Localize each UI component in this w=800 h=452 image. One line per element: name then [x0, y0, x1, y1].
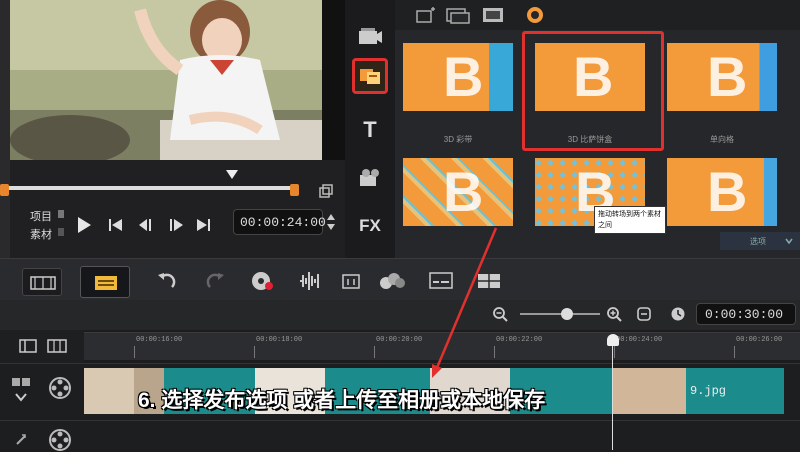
mark-in-handle[interactable] [0, 184, 9, 196]
ruler-tick [374, 346, 375, 358]
folder-icon[interactable] [445, 5, 471, 25]
transition-thumbnail[interactable]: B [403, 158, 513, 226]
preview-window [10, 0, 324, 160]
transition-label: 3D 彩带 [443, 135, 473, 144]
fx-add-icon[interactable] [413, 5, 439, 25]
zoom-out-icon[interactable] [492, 306, 508, 322]
clip-mode-indicator [58, 228, 64, 236]
clip-thumbnail[interactable] [612, 368, 686, 414]
tutorial-caption: 6. 选择发布选项 或者上传至相册或本地保存 [138, 389, 546, 412]
filter-icon[interactable]: FX [352, 208, 388, 244]
ruler-tick [734, 346, 735, 358]
duration-clock-icon [670, 306, 686, 322]
transition-label: 单向格 [710, 135, 734, 144]
thumbnail-glyph: B [443, 45, 484, 108]
time-ruler[interactable] [84, 332, 800, 360]
go-to-end-icon[interactable] [196, 218, 212, 232]
ruler-tick-label: 00:00:18:00 [256, 336, 303, 344]
transition-icon[interactable] [352, 58, 388, 94]
preview-border [322, 0, 346, 160]
chapter-point-icon[interactable] [46, 338, 68, 354]
overlay-track-reel-icon[interactable] [48, 428, 72, 452]
project-mode-indicator [58, 210, 64, 218]
track-manager-icon[interactable] [18, 338, 38, 354]
go-to-start-icon[interactable] [108, 218, 124, 232]
overlay-track-lock-icon[interactable] [14, 432, 28, 446]
ruler-tick [494, 346, 495, 358]
audio-mixer-icon[interactable] [298, 270, 322, 292]
video-track-reel-icon[interactable] [48, 376, 72, 400]
thumbnail-glyph: B [707, 45, 748, 108]
gallery-icon[interactable] [481, 5, 507, 25]
project-label[interactable]: 项目 [30, 208, 52, 224]
scrub-bar[interactable] [4, 186, 294, 190]
thumbnail-glyph: B [707, 160, 748, 223]
overlay-track [0, 421, 800, 450]
zoom-in-icon[interactable] [606, 306, 622, 322]
selected-transition-highlight [522, 31, 664, 151]
multi-camera-icon[interactable] [476, 270, 502, 292]
media-icon[interactable] [352, 18, 388, 54]
record-capture-icon[interactable] [250, 270, 276, 292]
clip-thumbnail[interactable] [84, 368, 134, 414]
redo-icon[interactable] [204, 270, 226, 292]
ruler-tick [254, 346, 255, 358]
preview-playhead[interactable] [226, 170, 238, 179]
fit-project-icon[interactable] [636, 306, 652, 322]
ruler-tick-label: 00:00:26:00 [736, 336, 783, 344]
enlarge-icon[interactable] [318, 184, 334, 200]
library-toolbar [395, 0, 800, 30]
options-chevron-icon[interactable] [784, 236, 794, 246]
library-category-bar: T FX [345, 0, 395, 258]
clip-filename: 9.jpg [690, 384, 727, 398]
zoom-slider-track[interactable] [520, 313, 600, 315]
ruler-tick [614, 346, 615, 358]
zoom-slider-knob[interactable] [561, 308, 573, 320]
ruler-tick [134, 346, 135, 358]
preview-image [10, 0, 324, 160]
timecode-display[interactable]: 00:00:24:00 [233, 209, 326, 235]
transition-thumbnail[interactable]: B [667, 43, 777, 111]
ruler-tick-label: 00:00:20:00 [376, 336, 423, 344]
undo-icon[interactable] [156, 270, 178, 292]
track-visibility-icon[interactable] [10, 376, 32, 404]
mark-out-handle[interactable] [290, 184, 299, 196]
previous-frame-icon[interactable] [138, 218, 156, 232]
project-duration[interactable]: 0:00:30:00 [696, 303, 796, 325]
play-icon[interactable] [76, 216, 92, 234]
ruler-tick-label: 00:00:22:00 [496, 336, 543, 344]
timeline-view-button[interactable] [22, 268, 62, 296]
clip-label[interactable]: 素材 [30, 226, 52, 242]
transition-thumbnail[interactable]: B [667, 158, 777, 226]
storyboard-view-button[interactable] [80, 266, 130, 298]
auto-music-icon[interactable] [340, 270, 364, 292]
timecode-spinner-icon[interactable] [325, 211, 337, 233]
next-frame-icon[interactable] [166, 218, 184, 232]
timeline-playhead-line[interactable] [612, 336, 613, 450]
thumbnail-glyph: B [443, 160, 484, 223]
drag-tooltip: 拖动转场到两个素材之间 [594, 206, 666, 234]
timeline-playhead-handle[interactable] [607, 334, 619, 346]
transition-thumbnail[interactable]: B [403, 43, 513, 111]
ruler-tick-label: 00:00:24:00 [616, 336, 663, 344]
motion-tracking-icon[interactable] [378, 270, 406, 292]
ruler-tick-label: 00:00:16:00 [136, 336, 183, 344]
title-icon[interactable]: T [352, 112, 388, 148]
sort-icon[interactable] [525, 5, 545, 25]
graphic-icon[interactable] [352, 160, 388, 196]
left-strip [0, 0, 10, 258]
subtitle-editor-icon[interactable] [428, 270, 454, 292]
